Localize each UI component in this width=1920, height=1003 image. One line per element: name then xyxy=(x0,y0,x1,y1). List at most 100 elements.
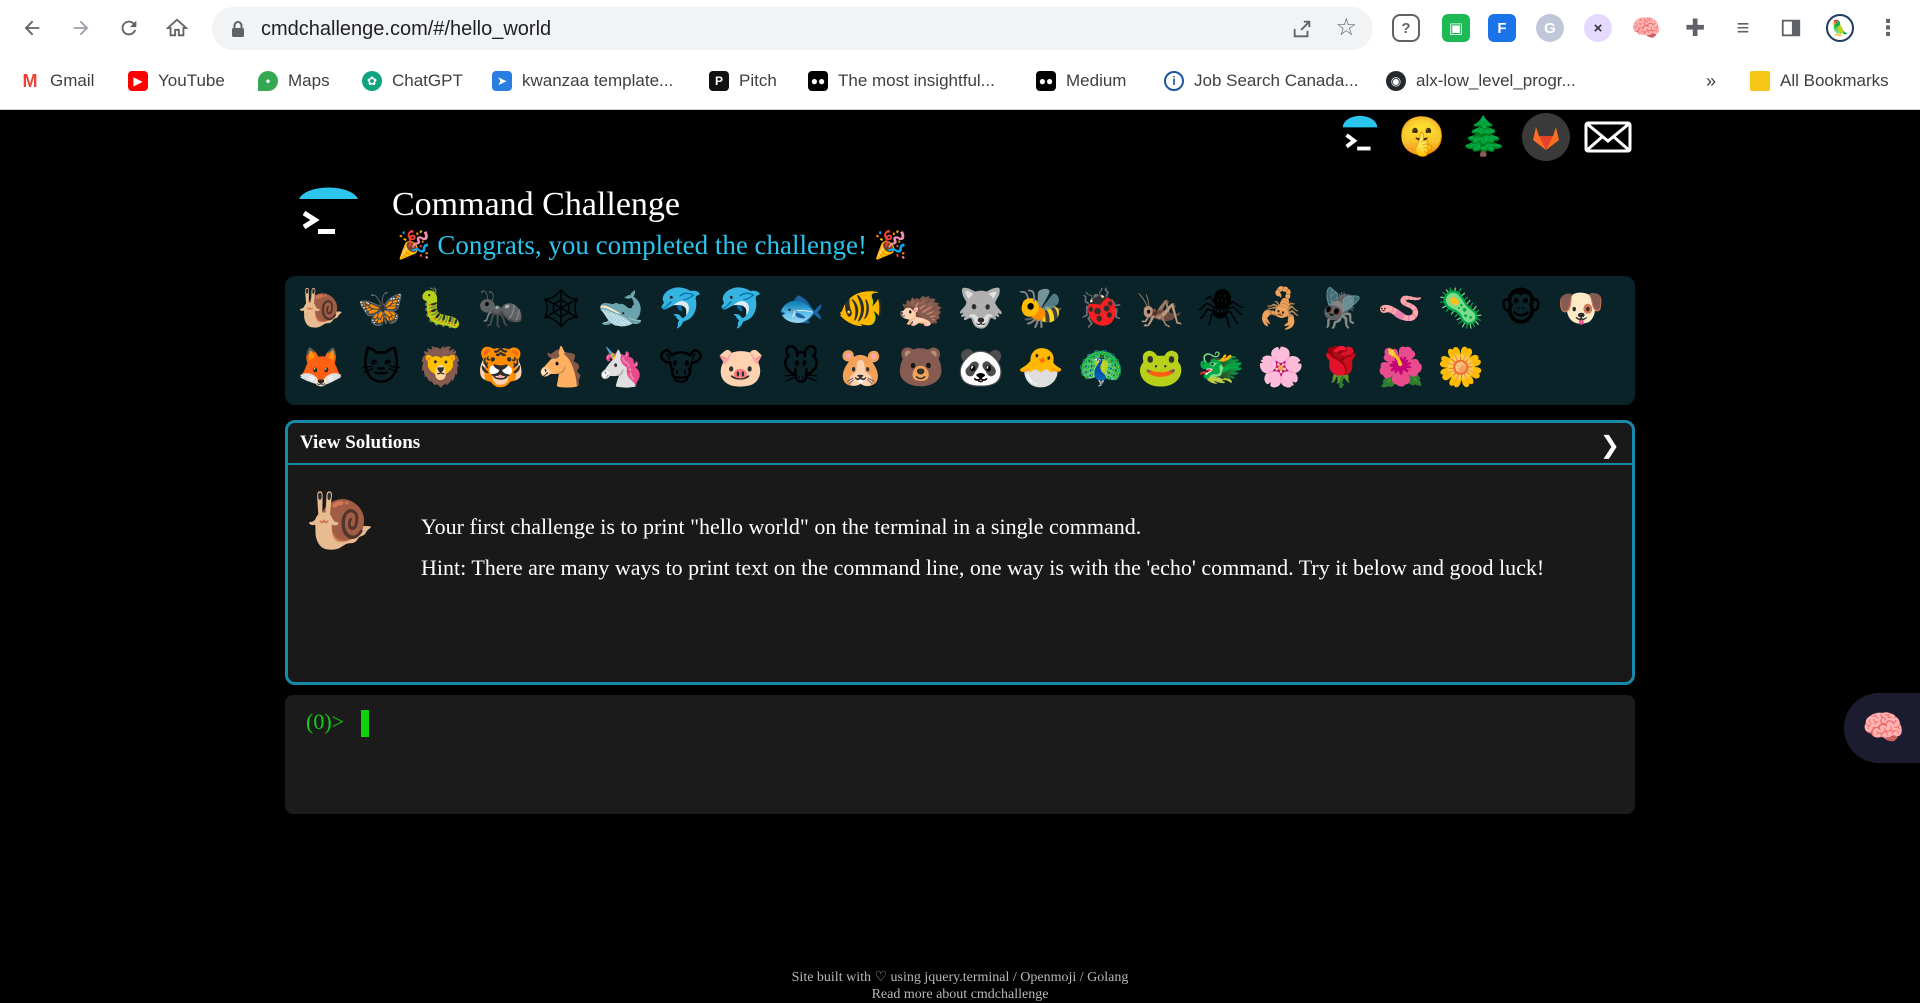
badge-icon[interactable]: 🦚 xyxy=(1077,343,1125,391)
bookmark-maps[interactable]: • Maps xyxy=(258,67,330,95)
badge-icon[interactable]: 🦊 xyxy=(297,343,345,391)
bookmark-gmail[interactable]: M Gmail xyxy=(20,67,94,95)
menu-kebab-icon[interactable]: ⋮ xyxy=(1874,14,1902,42)
badge-icon[interactable]: 🐜 xyxy=(477,284,525,332)
badge-icon[interactable]: 🐼 xyxy=(957,343,1005,391)
badge-icon[interactable]: 🐟 xyxy=(777,284,825,332)
badge-icon[interactable]: 🪰 xyxy=(1317,284,1365,332)
site-logo[interactable] xyxy=(296,185,361,247)
bookmark-label: The most insightful... xyxy=(838,71,995,90)
badge-icon[interactable]: 🦄 xyxy=(597,343,645,391)
view-solutions-label: View Solutions xyxy=(300,432,421,453)
view-solutions-toggle[interactable]: View Solutions ❯ xyxy=(288,423,1632,465)
bookmark-label: YouTube xyxy=(158,71,225,90)
floating-brain-button[interactable]: 🧠 xyxy=(1844,693,1920,763)
read-more-link[interactable]: Read more about cmdchallenge xyxy=(0,986,1920,1003)
brain-extension-icon[interactable]: 🧠 xyxy=(1631,14,1661,42)
badge-icon[interactable]: 🐴 xyxy=(537,343,585,391)
badge-icon[interactable]: 🦂 xyxy=(1257,284,1305,332)
badge-icon[interactable]: 🐋 xyxy=(597,284,645,332)
all-bookmarks-button[interactable]: All Bookmarks xyxy=(1750,67,1889,95)
congrats-text: Congrats, you completed the challenge! xyxy=(437,230,867,260)
profile-avatar[interactable]: 🦜 xyxy=(1826,14,1854,42)
media-controls-icon[interactable]: ≡ xyxy=(1729,14,1757,42)
bookmark-medium[interactable]: ●● Medium xyxy=(1036,67,1126,95)
shushing-face-icon[interactable]: 🤫 xyxy=(1398,113,1446,161)
badge-icon[interactable]: 🐵 xyxy=(1497,284,1545,332)
badge-icon[interactable]: 🦁 xyxy=(417,343,465,391)
side-panel-icon[interactable] xyxy=(1777,14,1805,42)
badge-icon[interactable]: 🐛 xyxy=(417,284,465,332)
challenge-description: Your first challenge is to print "hello … xyxy=(316,513,1606,595)
badge-icon[interactable]: 🌸 xyxy=(1257,343,1305,391)
badge-icon[interactable]: 🦋 xyxy=(357,284,405,332)
badge-icon[interactable]: 🌼 xyxy=(1437,343,1485,391)
grammarly-extension-icon[interactable]: G xyxy=(1536,14,1564,42)
bookmark-kwanzaa[interactable]: ➤ kwanzaa template... xyxy=(492,67,673,95)
badge-icon[interactable]: 🐠 xyxy=(837,284,885,332)
badge-icon[interactable]: 🕸 xyxy=(537,284,585,332)
url-text: cmdchallenge.com/#/hello_world xyxy=(261,18,552,40)
badge-icon[interactable]: 🐶 xyxy=(1557,284,1605,332)
badge-icon[interactable]: 🐝 xyxy=(1017,284,1065,332)
bookmark-label: Medium xyxy=(1066,71,1127,90)
mail-icon[interactable] xyxy=(1584,113,1632,161)
terminal-logo-icon[interactable] xyxy=(1336,113,1384,161)
party-popper-icon: 🎉 xyxy=(397,230,431,260)
badge-icon[interactable]: 🕷 xyxy=(1197,284,1245,332)
footer: Site built with ♡ using jquery.terminal … xyxy=(0,969,1920,1003)
christmas-tree-icon[interactable]: 🌲 xyxy=(1460,113,1508,161)
challenge-panel: View Solutions ❯ 🐌 Your first challenge … xyxy=(285,420,1635,685)
badge-icon[interactable]: 🌹 xyxy=(1317,343,1365,391)
badge-icon[interactable]: 🦗 xyxy=(1137,284,1185,332)
terminal[interactable]: (0)> xyxy=(285,695,1635,814)
bookmark-insightful[interactable]: ●● The most insightful... xyxy=(808,67,995,95)
bookmark-chatgpt[interactable]: ✿ ChatGPT xyxy=(362,67,463,95)
medium-icon: ●● xyxy=(808,71,828,91)
badge-icon[interactable]: 🐞 xyxy=(1077,284,1125,332)
puzzle-extensions-icon[interactable]: ✚ xyxy=(1681,14,1709,42)
footer-credits: Site built with ♡ using jquery.terminal … xyxy=(791,970,1129,985)
f-extension-icon[interactable]: F xyxy=(1488,14,1516,42)
bookmarks-overflow-button[interactable]: » xyxy=(1706,67,1716,95)
bookmarks-bar: M Gmail ▶ YouTube • Maps ✿ ChatGPT ➤ kwa… xyxy=(0,63,1920,99)
bookmark-star-icon[interactable]: ☆ xyxy=(1335,16,1357,40)
badge-icon[interactable]: 🐣 xyxy=(1017,343,1065,391)
forward-button[interactable] xyxy=(65,12,97,44)
youtube-icon: ▶ xyxy=(128,71,148,91)
bookmark-alx[interactable]: ◉ alx-low_level_progr... xyxy=(1386,67,1576,95)
badge-icon[interactable]: 🐹 xyxy=(837,343,885,391)
gitlab-icon[interactable] xyxy=(1522,113,1570,161)
share-icon[interactable] xyxy=(1291,18,1313,40)
badge-icon[interactable]: 🐮 xyxy=(657,343,705,391)
reload-button[interactable] xyxy=(113,12,145,44)
green-extension-icon[interactable]: ▣ xyxy=(1442,14,1470,42)
badge-icon[interactable]: 🐯 xyxy=(477,343,525,391)
challenge-hint: Hint: There are many ways to print text … xyxy=(421,555,1545,580)
badge-icon[interactable]: 🐷 xyxy=(717,343,765,391)
badge-icon[interactable]: 🐸 xyxy=(1137,343,1185,391)
ghost-extension-icon[interactable]: × xyxy=(1584,14,1612,42)
badge-icon[interactable]: 🐺 xyxy=(957,284,1005,332)
badge-icon[interactable]: 🐱 xyxy=(357,343,405,391)
bookmark-youtube[interactable]: ▶ YouTube xyxy=(128,67,225,95)
badge-icon[interactable]: 🪱 xyxy=(1377,284,1425,332)
badge-icon[interactable]: 🐭 xyxy=(777,343,825,391)
badge-icon[interactable]: 🐻 xyxy=(897,343,945,391)
home-button[interactable] xyxy=(161,12,193,44)
badge-icon[interactable]: 🌺 xyxy=(1377,343,1425,391)
bookmark-job-search[interactable]: i Job Search Canada... xyxy=(1164,67,1358,95)
badge-icon[interactable]: 🦔 xyxy=(897,284,945,332)
badge-icon[interactable]: 🐬 xyxy=(717,284,765,332)
shield-extension-icon[interactable]: ? xyxy=(1392,14,1420,42)
bookmark-label: Gmail xyxy=(50,71,95,90)
reload-icon xyxy=(121,20,137,36)
badge-icon[interactable]: 🦠 xyxy=(1437,284,1485,332)
challenge-instruction: Your first challenge is to print "hello … xyxy=(421,514,1142,539)
address-bar[interactable]: cmdchallenge.com/#/hello_world ☆ xyxy=(212,7,1373,50)
badge-icon[interactable]: 🐲 xyxy=(1197,343,1245,391)
badge-icon[interactable]: 🐬 xyxy=(657,284,705,332)
bookmark-pitch[interactable]: P Pitch xyxy=(709,67,777,95)
badge-icon[interactable]: 🐌 xyxy=(297,284,345,332)
back-button[interactable] xyxy=(16,12,48,44)
